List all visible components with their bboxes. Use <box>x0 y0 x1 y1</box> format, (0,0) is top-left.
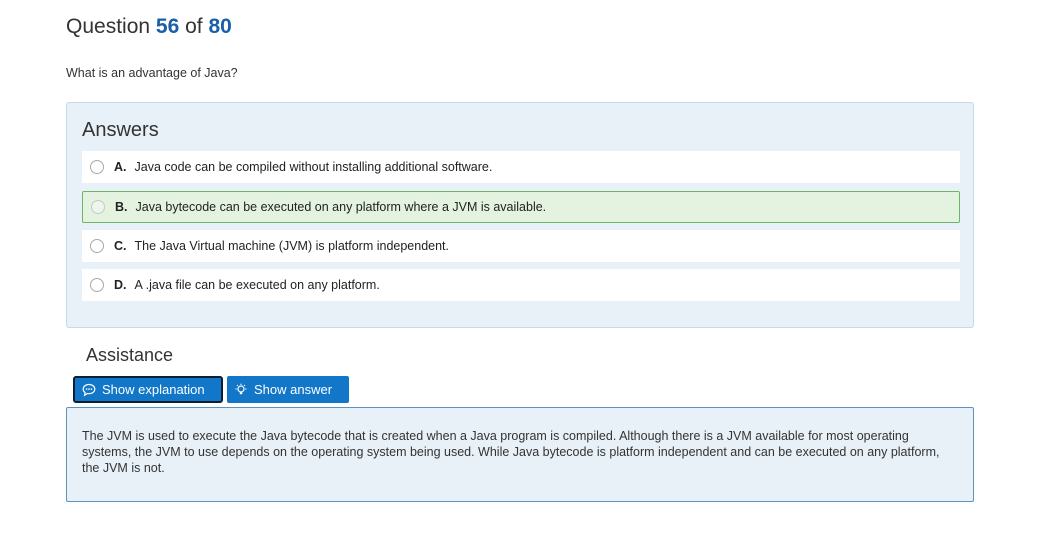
option-text: Java bytecode can be executed on any pla… <box>135 200 547 214</box>
explanation-panel: The JVM is used to execute the Java byte… <box>66 407 974 502</box>
question-counter: Question 56 of 80 <box>66 15 232 39</box>
answer-option-a[interactable]: A. Java code can be compiled without ins… <box>82 151 960 183</box>
show-explanation-label: Show explanation <box>102 382 205 397</box>
option-letter: C. <box>114 239 127 253</box>
question-prefix: Question <box>66 15 151 38</box>
answers-title: Answers <box>82 119 159 141</box>
explanation-text: The JVM is used to execute the Java byte… <box>82 429 940 475</box>
radio-button[interactable] <box>91 200 105 214</box>
radio-button[interactable] <box>90 278 104 292</box>
option-text: A .java file can be executed on any plat… <box>134 278 380 292</box>
option-letter: D. <box>114 278 127 292</box>
option-text: The Java Virtual machine (JVM) is platfo… <box>134 239 450 253</box>
option-letter: A. <box>114 160 127 174</box>
option-text: Java code can be compiled without instal… <box>134 160 493 174</box>
speech-bubble-icon <box>82 383 96 396</box>
show-answer-label: Show answer <box>254 382 333 397</box>
option-letter: B. <box>115 200 128 214</box>
show-answer-button[interactable]: Show answer <box>227 376 349 403</box>
assistance-title: Assistance <box>86 345 174 365</box>
radio-button[interactable] <box>90 160 104 174</box>
lightbulb-icon <box>235 383 247 394</box>
show-explanation-button[interactable]: Show explanation <box>73 376 223 403</box>
question-total-number: 80 <box>208 15 232 38</box>
answers-panel: Answers A. Java code can be compiled wit… <box>66 102 974 328</box>
answer-option-b[interactable]: B. Java bytecode can be executed on any … <box>82 191 960 223</box>
answer-option-c[interactable]: C. The Java Virtual machine (JVM) is pla… <box>82 230 960 262</box>
answer-option-d[interactable]: D. A .java file can be executed on any p… <box>82 269 960 301</box>
question-current-number: 56 <box>155 15 180 38</box>
question-text: What is an advantage of Java? <box>66 66 238 80</box>
question-separator: of <box>185 15 203 38</box>
radio-button[interactable] <box>90 239 104 253</box>
